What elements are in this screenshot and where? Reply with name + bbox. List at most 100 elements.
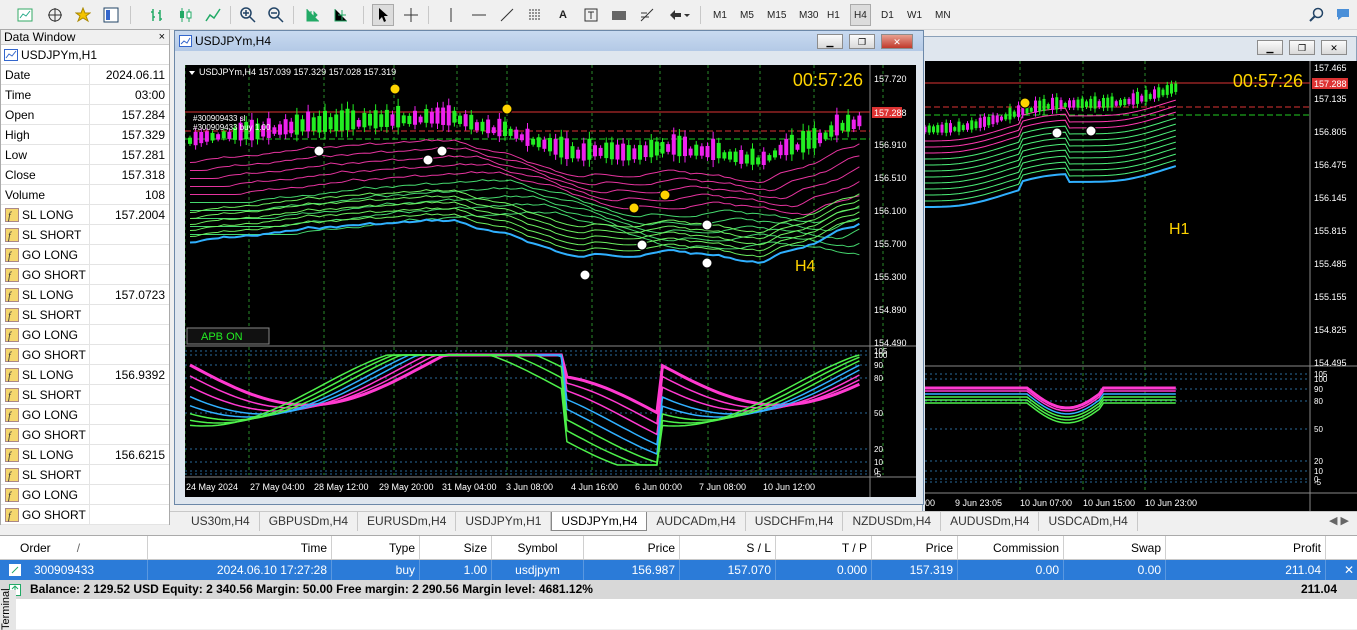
vertical-line-icon[interactable]	[440, 4, 462, 26]
zoom-in-icon[interactable]	[237, 4, 259, 26]
chart-tab[interactable]: US30m,H4	[182, 512, 260, 531]
column-header-text: Order	[20, 541, 51, 555]
new-chart-icon[interactable]	[14, 4, 36, 26]
column-header[interactable]: Type	[332, 536, 420, 559]
zoom-out-icon[interactable]	[265, 4, 287, 26]
chart-shift-icon[interactable]	[330, 4, 352, 26]
candle-body	[1123, 98, 1127, 106]
crosshair-icon[interactable]	[400, 4, 422, 26]
chart-tab[interactable]: NZDUSDm,H4	[843, 512, 942, 531]
timeframe-m30[interactable]: M30	[796, 4, 821, 26]
chart-window-h1[interactable]: ▁ ❐ ✕ 157.465 157.288 157.135 156.805 156.47…	[922, 36, 1357, 512]
candle-body	[795, 144, 800, 150]
signal-marker	[313, 145, 325, 157]
rectangle-icon[interactable]	[608, 4, 630, 26]
price-label: 155.300	[874, 272, 907, 282]
chart-tab[interactable]: USDJPYm,H1	[456, 512, 552, 531]
market-watch-icon[interactable]	[100, 4, 122, 26]
chart-canvas-h4[interactable]: 157.720 157.288 156.910 156.510 156.100 155.7…	[185, 65, 916, 497]
data-window-row: f GO SHORT	[1, 345, 169, 365]
tab-scroll-arrows[interactable]: ◀ ▶	[1321, 512, 1357, 531]
column-header[interactable]: Commission	[958, 536, 1064, 559]
timeframe-m1[interactable]: M1	[710, 4, 730, 26]
maximize-button[interactable]: ❐	[1289, 40, 1315, 55]
column-header[interactable]: Order /	[16, 536, 148, 559]
timeframe-w1[interactable]: W1	[904, 4, 925, 26]
column-header[interactable]: T / P	[776, 536, 872, 559]
row-value	[90, 405, 169, 424]
candle-body	[621, 143, 626, 161]
chart-window-h4[interactable]: USDJPYm,H4 ▁ ❐ ✕ 157.720 157.288 156.910 15…	[174, 30, 924, 505]
chart-tab[interactable]: AUDCADm,H4	[647, 512, 746, 531]
candlestick-icon[interactable]	[174, 4, 196, 26]
timeframe-h4[interactable]: H4	[850, 4, 871, 26]
timeframe-h1[interactable]: H1	[824, 4, 843, 26]
chart-tab[interactable]: GBPUSDm,H4	[260, 512, 359, 531]
trendline-icon[interactable]	[496, 4, 518, 26]
candle-body	[1157, 87, 1161, 98]
candle-body	[953, 127, 957, 131]
indicator-icon: f	[5, 467, 19, 482]
candle-body	[519, 134, 524, 141]
chart-tab[interactable]: USDCADm,H4	[1039, 512, 1138, 531]
chart-tab[interactable]: AUDUSDm,H4	[941, 512, 1040, 531]
candle-body	[283, 119, 288, 135]
candle-body	[711, 138, 716, 161]
column-header[interactable]: Size	[420, 536, 492, 559]
candle-body	[936, 125, 940, 133]
close-order-icon[interactable]: ✕	[1341, 560, 1357, 580]
fibo-icon[interactable]	[636, 4, 658, 26]
candle-body	[1170, 83, 1173, 94]
candle-body	[458, 115, 462, 124]
price-label: 156.510	[874, 173, 907, 183]
channel-icon[interactable]	[524, 4, 546, 26]
chat-icon[interactable]	[1332, 4, 1354, 26]
timeframe-m5[interactable]: M5	[737, 4, 757, 26]
crosshair-profile-icon[interactable]	[44, 4, 66, 26]
apb-button[interactable]: APB ON	[201, 331, 243, 343]
text-icon[interactable]: A	[552, 4, 574, 26]
bar-chart-icon[interactable]	[146, 4, 168, 26]
timeframe-d1[interactable]: D1	[878, 4, 897, 26]
timeframe-m15[interactable]: M15	[764, 4, 789, 26]
candle-body	[834, 114, 839, 136]
minimize-button[interactable]: ▁	[1257, 40, 1283, 55]
column-header[interactable]: Time	[148, 536, 332, 559]
row-key: f GO LONG	[1, 325, 90, 344]
chart-tab[interactable]: USDCHFm,H4	[746, 512, 844, 531]
chart-tab[interactable]: USDJPYm,H4	[551, 512, 648, 531]
candle-body	[576, 149, 581, 159]
column-header[interactable]: S / L	[680, 536, 776, 559]
cursor-icon[interactable]	[372, 4, 394, 26]
chart-canvas-h1[interactable]: 157.465 157.288 157.135 156.805 156.475 156.1…	[925, 61, 1357, 511]
line-chart-icon[interactable]	[202, 4, 224, 26]
minimize-button[interactable]: ▁	[817, 34, 843, 49]
close-icon[interactable]: ×	[159, 30, 165, 45]
candle-body	[300, 119, 305, 132]
timeframe-mn[interactable]: MN	[932, 4, 954, 26]
candle-body	[598, 147, 603, 156]
close-button[interactable]: ✕	[1321, 40, 1347, 55]
candle-body	[1093, 96, 1097, 109]
chart-tab[interactable]: EURUSDm,H4	[358, 512, 457, 531]
close-button[interactable]: ✕	[881, 34, 913, 49]
terminal-side-label[interactable]: Terminal	[0, 588, 16, 630]
candle-body	[660, 141, 665, 154]
favorites-icon[interactable]	[72, 4, 94, 26]
column-header[interactable]: Swap	[1064, 536, 1166, 559]
search-icon[interactable]	[1306, 4, 1328, 26]
column-header[interactable]: Symbol	[492, 536, 584, 559]
autoscroll-icon[interactable]	[302, 4, 324, 26]
column-header[interactable]: Profit	[1166, 536, 1326, 559]
text-label-icon[interactable]	[580, 4, 602, 26]
candle-body	[564, 138, 569, 160]
horizontal-line-icon[interactable]	[468, 4, 490, 26]
terminal-panel: Order / Time Type Size Symbol Price S / L T / P P…	[0, 535, 1357, 630]
column-header[interactable]: Price	[872, 536, 958, 559]
price-label: 155.155	[1314, 292, 1347, 302]
column-header[interactable]: Price	[584, 536, 680, 559]
table-row[interactable]: 300909433 2024.06.10 17:27:28 buy 1.00 usdjp…	[0, 560, 1357, 580]
arrows-dropdown-icon[interactable]	[664, 4, 694, 26]
maximize-button[interactable]: ❐	[849, 34, 875, 49]
candle-body	[699, 146, 704, 156]
